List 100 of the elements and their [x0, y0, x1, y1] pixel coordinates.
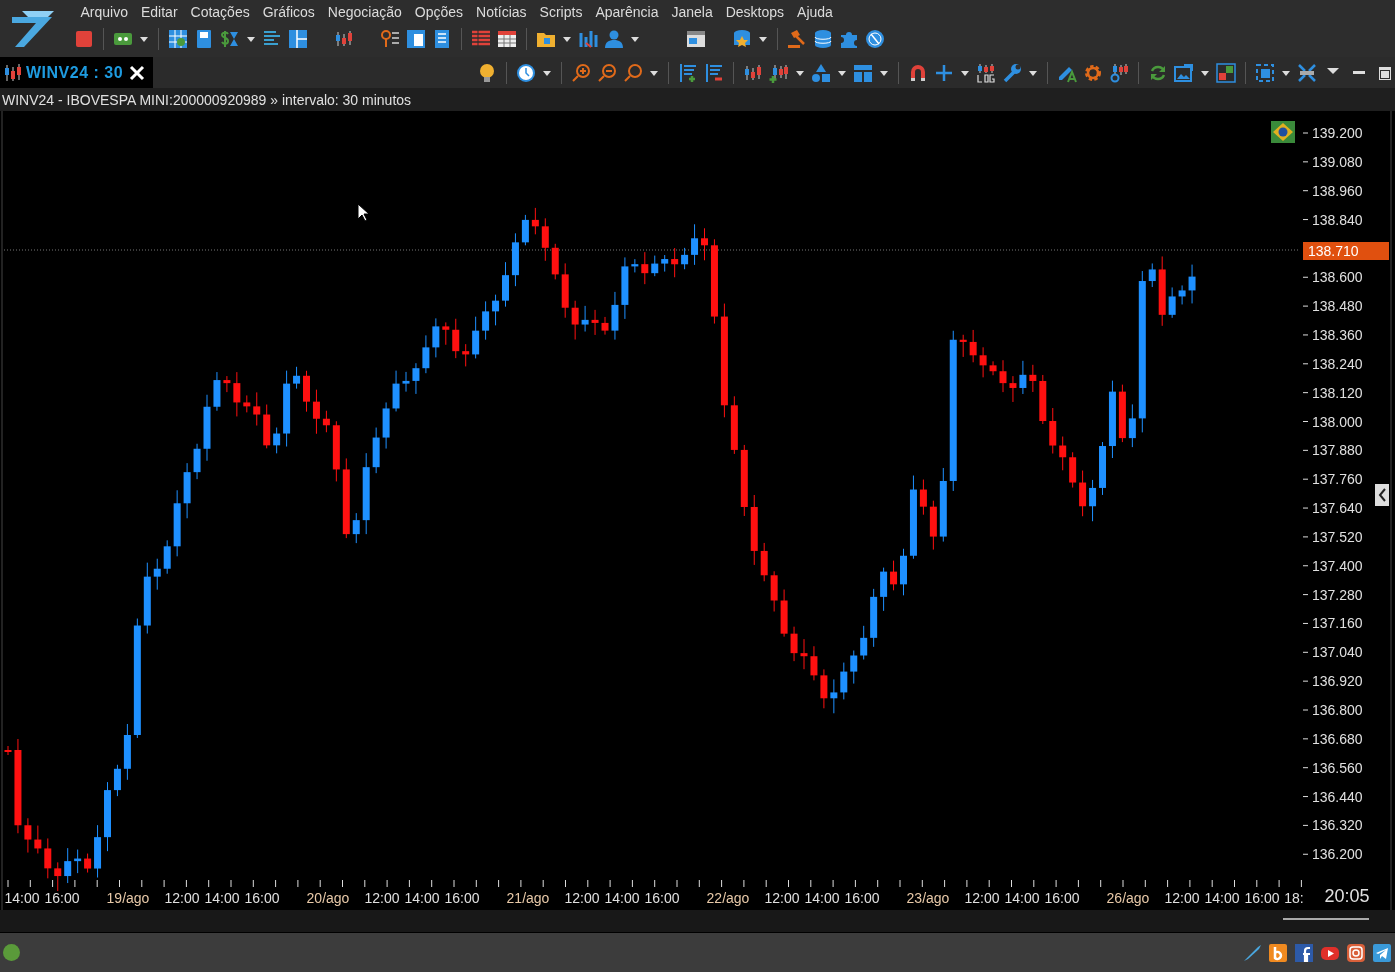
compress-icon[interactable]	[1297, 62, 1317, 83]
menu-item[interactable]: Negociação	[321, 4, 409, 20]
b-logo-icon[interactable]	[1268, 942, 1288, 963]
price-label: 138.240	[1312, 355, 1363, 372]
time-label: 16:00	[44, 890, 80, 906]
instagram-icon[interactable]	[1346, 942, 1366, 963]
menu-item[interactable]: Arquivo	[74, 4, 135, 20]
time-label: 14:00	[604, 890, 640, 906]
price-label: 138.000	[1312, 413, 1363, 430]
puzzle-icon[interactable]	[839, 29, 859, 49]
scrollbar-thumb[interactable]	[1283, 918, 1369, 920]
list-add-icon[interactable]	[678, 62, 698, 83]
search-list-icon[interactable]	[380, 29, 400, 49]
price-label: 138.960	[1312, 182, 1363, 199]
price-label: 138.840	[1312, 211, 1363, 228]
color-squares-icon[interactable]	[1216, 62, 1236, 83]
columns-layout-icon[interactable]	[853, 62, 873, 83]
menu-item[interactable]: Opções	[408, 4, 470, 20]
candlestick-icon[interactable]	[4, 62, 22, 83]
window-icon[interactable]	[406, 29, 426, 49]
database-icon[interactable]	[813, 29, 833, 49]
gear-icon[interactable]	[1083, 62, 1103, 83]
price-label: 138.480	[1312, 298, 1363, 315]
menu-item[interactable]: Gráficos	[256, 4, 322, 20]
price-label: 136.440	[1312, 788, 1363, 805]
price-label: 136.200	[1312, 846, 1363, 863]
mouse-cursor-icon	[357, 203, 370, 222]
time-label: 14:00	[4, 890, 40, 906]
list-remove-icon[interactable]	[704, 62, 724, 83]
dollar-hourglass-icon[interactable]	[220, 29, 240, 49]
wrench-icon[interactable]	[1002, 62, 1022, 83]
menu-item[interactable]: Janela	[664, 4, 720, 20]
price-label: 139.080	[1312, 153, 1363, 170]
flag-icon	[1271, 121, 1295, 143]
menu-item[interactable]: Cotações	[184, 4, 257, 20]
spreadsheet-icon[interactable]	[497, 29, 517, 49]
time-label: 14:00	[204, 890, 240, 906]
facebook-icon[interactable]	[1294, 942, 1314, 963]
price-label: 138.120	[1312, 384, 1363, 401]
log-scale-icon[interactable]	[976, 62, 996, 83]
menu-item[interactable]: Scripts	[533, 4, 589, 20]
chart-tab[interactable]: WINV24 : 30	[0, 57, 154, 88]
menu-item[interactable]: Notícias	[469, 4, 534, 20]
crosshair-plus-icon[interactable]	[934, 62, 954, 83]
search-icon[interactable]	[623, 62, 643, 83]
candlestick-gear-icon[interactable]	[1109, 62, 1129, 83]
menu-item[interactable]: Desktops	[719, 4, 791, 20]
shapes-icon[interactable]	[811, 62, 831, 83]
telegram-icon[interactable]	[1372, 942, 1392, 963]
layout-icon[interactable]	[288, 29, 308, 49]
bar-chart-icon[interactable]	[578, 29, 598, 49]
price-label: 137.640	[1312, 500, 1363, 517]
time-label: 14:00	[404, 890, 440, 906]
menu-item[interactable]: Editar	[134, 4, 185, 20]
zoom-out-icon[interactable]	[597, 62, 617, 83]
person-icon[interactable]	[604, 29, 624, 49]
time-label: 21/ago	[506, 890, 550, 906]
price-label: 137.520	[1312, 528, 1363, 545]
book-icon[interactable]	[194, 29, 214, 49]
gavel-icon[interactable]	[787, 29, 807, 49]
zoom-in-icon[interactable]	[571, 62, 591, 83]
time-label: 12:00	[1164, 890, 1200, 906]
time-label: 16:00	[1044, 890, 1080, 906]
time-label: 12:00	[964, 890, 1000, 906]
price-label: 137.400	[1312, 557, 1363, 574]
time-label: 12:00	[564, 890, 600, 906]
magnet-icon[interactable]	[908, 62, 928, 83]
time-label: 16:00	[444, 890, 480, 906]
price-label: 138.360	[1312, 326, 1363, 343]
stop-icon[interactable]	[74, 29, 94, 49]
price-label: 139.200	[1312, 125, 1363, 141]
grid-plus-icon[interactable]	[168, 29, 188, 49]
time-label: 14:00	[1004, 890, 1040, 906]
image-export-icon[interactable]	[1174, 62, 1194, 83]
panel-icon[interactable]	[686, 29, 706, 49]
time-label: 16:00	[644, 890, 680, 906]
time-label: 12:00	[364, 890, 400, 906]
time-label: 26/ago	[1106, 890, 1150, 906]
clock-icon[interactable]	[516, 62, 536, 83]
time-label: 16:00	[844, 890, 880, 906]
database-star-icon[interactable]	[732, 29, 752, 49]
menu-item[interactable]: Ajuda	[790, 4, 840, 20]
time-label: 19/ago	[106, 890, 150, 906]
price-label: 137.040	[1312, 644, 1363, 661]
candlestick-icon[interactable]	[743, 62, 763, 83]
price-label: 137.280	[1312, 586, 1363, 603]
price-label: 136.560	[1312, 759, 1363, 776]
time-label: 16:00	[244, 890, 280, 906]
candlestick-icon[interactable]	[334, 29, 354, 49]
lightbulb-icon[interactable]	[477, 62, 497, 83]
time-label: 12:00	[164, 890, 200, 906]
price-label: 136.680	[1312, 730, 1363, 747]
collapse-panel-button[interactable]	[1375, 484, 1389, 506]
table-icon[interactable]	[471, 29, 491, 49]
selection-icon[interactable]	[1255, 62, 1275, 83]
time-label: 23/ago	[906, 890, 950, 906]
candlestick-plus-icon[interactable]	[769, 62, 789, 83]
menu-item[interactable]: Aparência	[588, 4, 665, 20]
document-icon[interactable]	[432, 29, 452, 49]
price-label: 138.600	[1312, 269, 1363, 286]
